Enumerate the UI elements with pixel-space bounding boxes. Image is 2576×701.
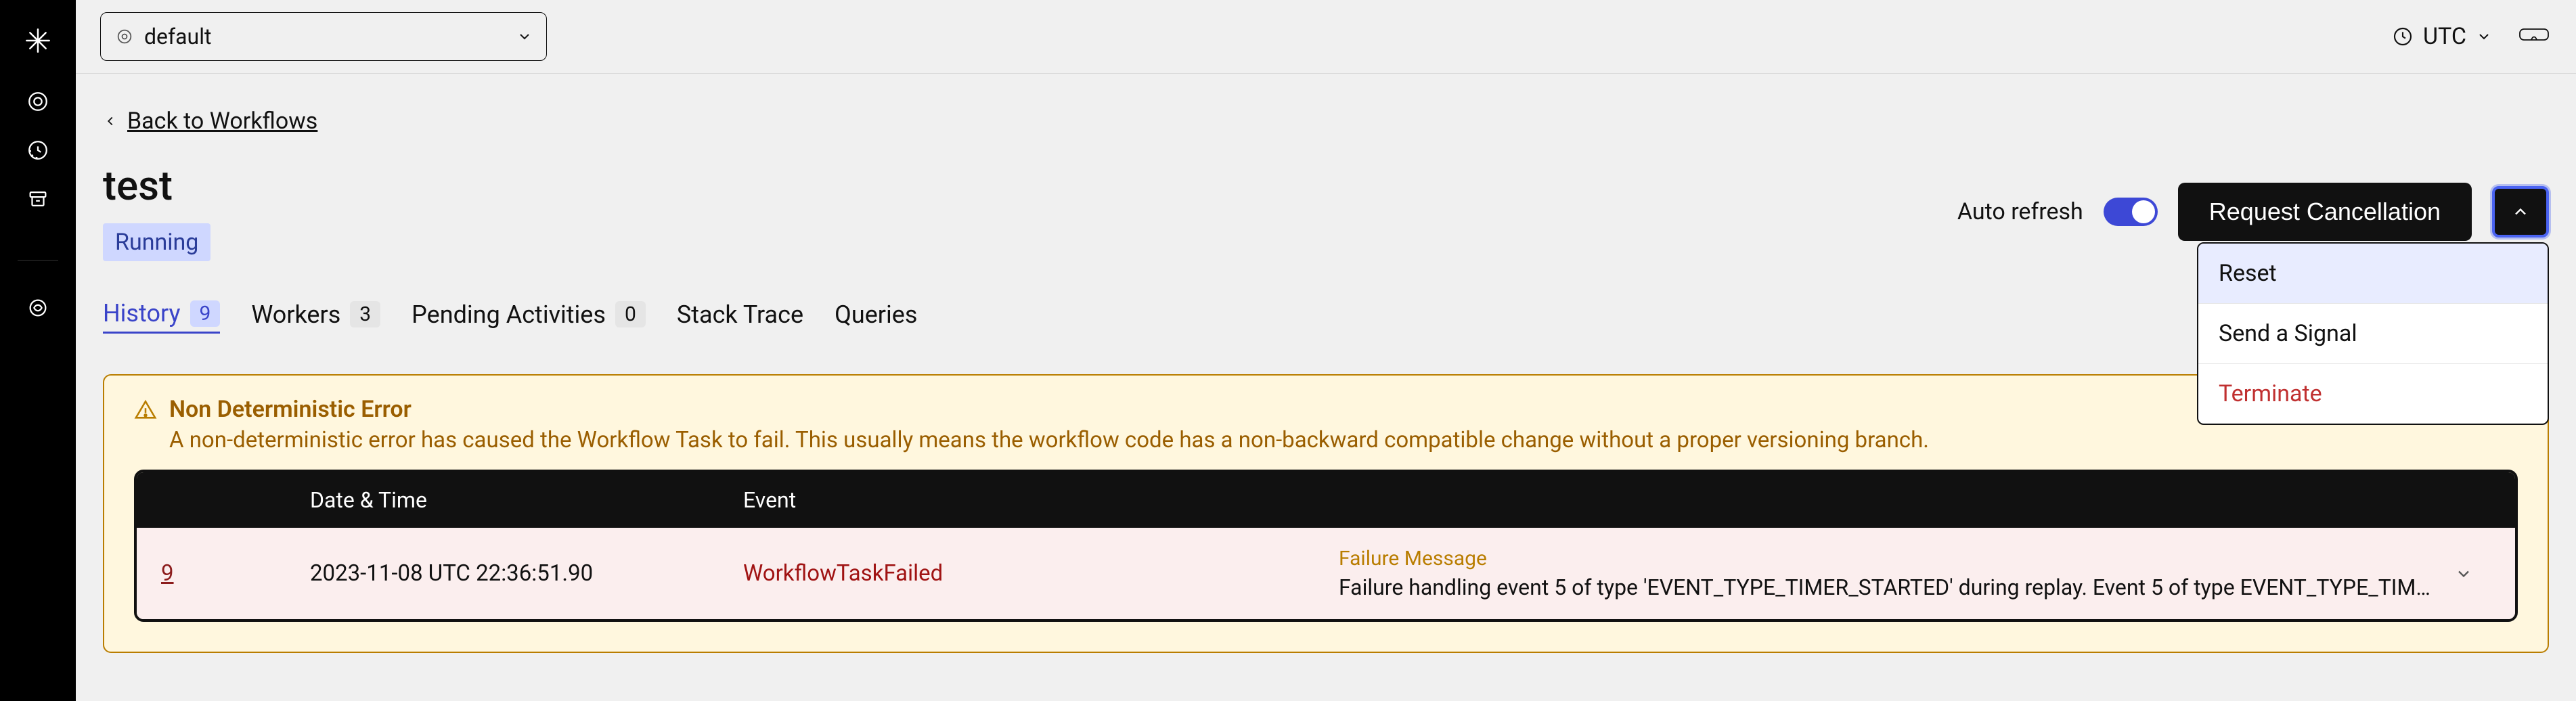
tab-pending[interactable]: Pending Activities 0 — [412, 300, 646, 333]
title-actions: Auto refresh Request Cancellation Reset … — [1957, 183, 2549, 241]
namespace-icon — [114, 26, 135, 47]
tab-history-count: 9 — [190, 300, 221, 327]
title-block: test Running — [103, 162, 210, 261]
sidebar-group — [24, 88, 51, 212]
actions-dropdown: Reset Send a Signal Terminate — [2197, 242, 2549, 425]
back-to-workflows-link[interactable]: Back to Workflows — [103, 108, 317, 135]
namespace-select[interactable]: default — [100, 12, 547, 61]
schedules-icon[interactable] — [24, 137, 51, 164]
tab-stack-label: Stack Trace — [677, 300, 803, 329]
alert-text: Non Deterministic Error A non-determinis… — [169, 396, 1929, 453]
tab-workers-label: Workers — [251, 300, 340, 329]
back-link-label: Back to Workflows — [127, 108, 317, 135]
tab-workers[interactable]: Workers 3 — [251, 300, 380, 333]
tab-history[interactable]: History 9 — [103, 299, 220, 334]
alert-head: Non Deterministic Error A non-determinis… — [134, 396, 2518, 453]
error-table-header: Date & Time Event — [137, 472, 2515, 528]
terminate-menu-item[interactable]: Terminate — [2198, 364, 2548, 424]
col-caret-header — [2437, 487, 2491, 513]
tab-pending-label: Pending Activities — [412, 300, 606, 329]
error-table: Date & Time Event 9 2023-11-08 UTC 22:36… — [134, 470, 2518, 622]
col-id-header — [161, 487, 310, 513]
chevron-up-icon — [2511, 202, 2530, 221]
failure-block: Failure Message Failure handling event 5… — [1339, 547, 2437, 600]
title-row: test Running Auto refresh Request Cancel… — [103, 162, 2549, 261]
workflow-name: test — [103, 162, 210, 210]
labs-icon[interactable] — [24, 294, 51, 321]
tab-stack-trace[interactable]: Stack Trace — [677, 300, 803, 333]
chevron-down-icon — [2476, 28, 2492, 45]
chevron-down-icon — [516, 28, 533, 45]
request-cancellation-button[interactable]: Request Cancellation — [2178, 183, 2472, 241]
event-id-link[interactable]: 9 — [161, 560, 174, 587]
event-name: WorkflowTaskFailed — [743, 560, 943, 587]
event-datetime: 2023-11-08 UTC 22:36:51.90 — [310, 560, 743, 587]
logo-icon[interactable] — [24, 27, 51, 54]
warning-icon — [134, 399, 157, 422]
autorefresh-toggle[interactable] — [2104, 198, 2158, 226]
chevron-left-icon — [103, 114, 118, 129]
tab-queries[interactable]: Queries — [835, 300, 917, 333]
alert-description: A non-deterministic error has caused the… — [169, 427, 1929, 453]
col-event-header: Event — [743, 487, 1339, 513]
workflows-icon[interactable] — [24, 88, 51, 115]
actions-menu-button[interactable] — [2492, 186, 2549, 238]
tab-pending-count: 0 — [615, 301, 646, 327]
content: Back to Workflows test Running Auto refr… — [76, 74, 2576, 653]
timezone-picker[interactable]: UTC — [2392, 23, 2492, 50]
failure-label: Failure Message — [1339, 547, 2437, 570]
theme-icon[interactable] — [2519, 26, 2549, 47]
toggle-knob — [2132, 200, 2155, 223]
topbar: default UTC — [76, 0, 2576, 74]
failure-message: Failure handling event 5 of type 'EVENT_… — [1339, 574, 2437, 600]
topbar-right: UTC — [2392, 23, 2549, 50]
chevron-down-icon — [2454, 564, 2473, 583]
reset-menu-item[interactable]: Reset — [2198, 244, 2548, 304]
main: default UTC Back to Workflows — [76, 0, 2576, 701]
clock-icon — [2392, 26, 2414, 47]
error-row[interactable]: 9 2023-11-08 UTC 22:36:51.90 WorkflowTas… — [137, 528, 2515, 619]
tab-queries-label: Queries — [835, 300, 917, 329]
alert-title: Non Deterministic Error — [169, 396, 1929, 423]
status-badge: Running — [103, 223, 210, 261]
tab-workers-count: 3 — [350, 301, 380, 327]
namespace-label: default — [144, 24, 507, 49]
expand-row-button[interactable] — [2437, 564, 2491, 583]
send-signal-menu-item[interactable]: Send a Signal — [2198, 304, 2548, 364]
timezone-label: UTC — [2423, 23, 2466, 50]
autorefresh-label: Auto refresh — [1957, 198, 2083, 225]
non-deterministic-alert: Non Deterministic Error A non-determinis… — [103, 374, 2549, 653]
sidebar — [0, 0, 76, 701]
col-msg-header — [1339, 487, 2437, 513]
tab-history-label: History — [103, 299, 181, 327]
archive-icon[interactable] — [24, 185, 51, 212]
col-date-header: Date & Time — [310, 487, 743, 513]
sidebar-divider — [18, 260, 58, 261]
tabs: History 9 Workers 3 Pending Activities 0… — [103, 299, 2549, 334]
